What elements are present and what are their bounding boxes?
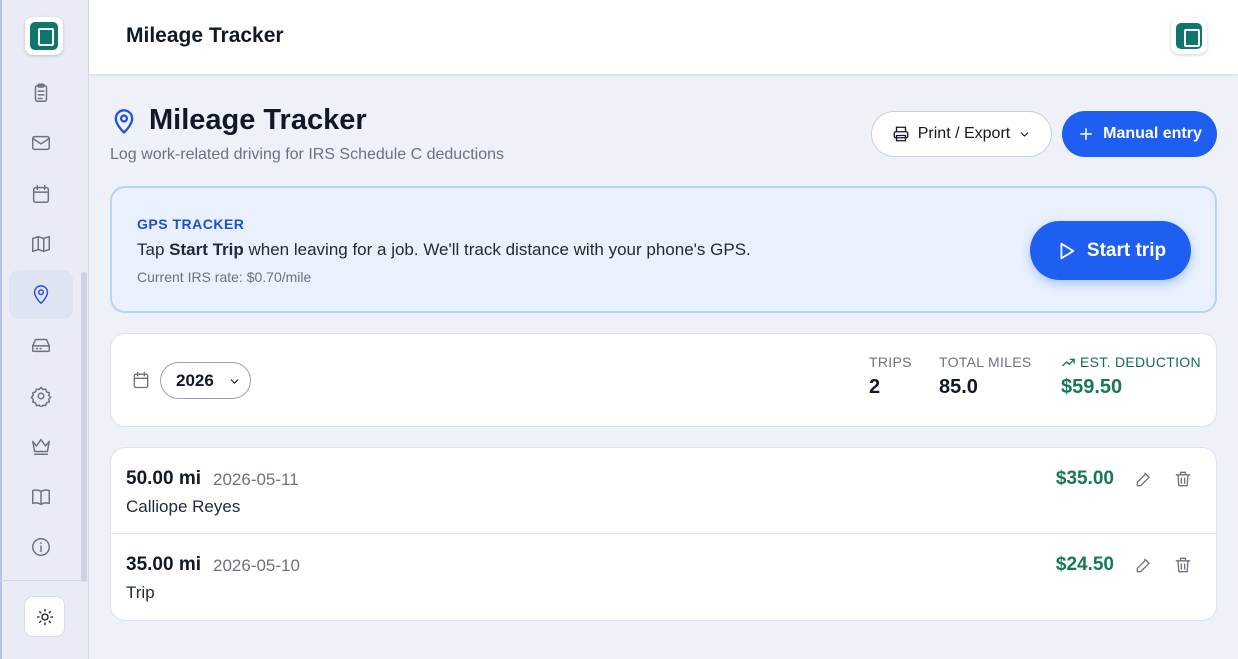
delete-trip-button[interactable] bbox=[1173, 469, 1195, 491]
play-icon bbox=[1060, 242, 1075, 259]
page-subtitle: Log work-related driving for IRS Schedul… bbox=[110, 146, 504, 163]
print-export-button[interactable]: Print / Export bbox=[871, 111, 1052, 157]
sidebar-item-calendar[interactable] bbox=[9, 169, 73, 218]
trip-amount: $24.50 bbox=[1055, 554, 1114, 575]
map-pin-icon bbox=[110, 108, 138, 136]
stat-trips-label: TRIPS bbox=[869, 354, 912, 370]
irs-rate-text: Current IRS rate: $0.70/mile bbox=[137, 269, 312, 285]
crown-icon bbox=[32, 438, 50, 455]
chevron-down-icon bbox=[1020, 131, 1029, 137]
sidebar bbox=[0, 0, 89, 659]
trip-date: 2026-05-10 bbox=[213, 556, 300, 575]
trip-row[interactable]: 35.00 mi 2026-05-10 Trip $24.50 bbox=[111, 534, 1216, 620]
stat-miles-value: 85.0 bbox=[939, 376, 978, 398]
edit-icon bbox=[1136, 472, 1150, 487]
manual-entry-button[interactable]: Manual entry bbox=[1062, 111, 1217, 157]
trip-client: Trip bbox=[126, 583, 155, 602]
top-bar: Mileage Tracker bbox=[89, 0, 1238, 75]
stat-deduction-value: $59.50 bbox=[1061, 376, 1123, 398]
trip-miles: 35.00 mi bbox=[126, 554, 201, 575]
gps-text-prefix: Tap bbox=[137, 240, 170, 259]
inbox-icon bbox=[32, 338, 50, 353]
map-pin-icon bbox=[33, 284, 49, 304]
start-trip-label: Start trip bbox=[1086, 239, 1167, 261]
sidebar-scrollbar[interactable] bbox=[81, 272, 87, 582]
info-icon bbox=[32, 538, 50, 556]
gps-tracker-label: GPS TRACKER bbox=[137, 216, 245, 232]
plus-icon bbox=[1080, 128, 1093, 140]
gps-text-bold: Start Trip bbox=[169, 240, 244, 259]
trending-up-icon bbox=[1061, 355, 1076, 370]
stat-miles-label: TOTAL MILES bbox=[939, 354, 1032, 370]
sidebar-item-settings[interactable] bbox=[9, 371, 73, 420]
stat-trips: TRIPS 2 bbox=[869, 354, 912, 399]
stat-deduction-label: EST. DEDUCTION bbox=[1080, 354, 1201, 370]
gps-text-suffix: when leaving for a job. We'll track dist… bbox=[243, 240, 751, 259]
printer-icon bbox=[893, 126, 909, 142]
trip-miles: 50.00 mi bbox=[126, 468, 201, 489]
clipboard-icon bbox=[34, 83, 48, 102]
theme-toggle-button[interactable] bbox=[24, 596, 65, 637]
map-icon bbox=[32, 235, 50, 253]
clipboard-logo-icon bbox=[1176, 23, 1202, 49]
trip-date: 2026-05-11 bbox=[213, 470, 299, 489]
sidebar-divider bbox=[0, 580, 89, 581]
sidebar-item-guide[interactable] bbox=[9, 472, 73, 521]
mail-icon bbox=[32, 135, 50, 151]
edit-icon bbox=[1136, 558, 1150, 573]
year-select[interactable]: 2026 bbox=[160, 362, 251, 399]
edit-trip-button[interactable] bbox=[1134, 555, 1156, 577]
gear-icon bbox=[30, 386, 52, 407]
sidebar-item-inbox[interactable] bbox=[9, 321, 73, 370]
app-logo[interactable] bbox=[25, 17, 63, 55]
stat-est-deduction: EST. DEDUCTION $59.50 bbox=[1061, 354, 1201, 399]
stat-trips-value: 2 bbox=[869, 376, 881, 398]
sidebar-item-messages[interactable] bbox=[9, 119, 73, 168]
account-avatar[interactable] bbox=[1171, 18, 1207, 54]
trip-row[interactable]: 50.00 mi 2026-05-11 Calliope Reyes $35.0… bbox=[111, 448, 1216, 534]
sidebar-nav bbox=[0, 68, 89, 573]
book-icon bbox=[32, 488, 50, 505]
sidebar-item-premium[interactable] bbox=[9, 422, 73, 471]
sidebar-item-about[interactable] bbox=[9, 523, 73, 572]
trash-icon bbox=[1175, 557, 1191, 573]
stat-deduction-label-row: EST. DEDUCTION bbox=[1061, 354, 1201, 370]
trip-amount: $35.00 bbox=[1055, 468, 1114, 489]
trip-client: Calliope Reyes bbox=[126, 497, 241, 516]
print-export-label: Print / Export bbox=[917, 125, 1011, 142]
stats-card: 2026 TRIPS 2 TOTAL MILES 85.0 EST. DEDUC… bbox=[110, 333, 1217, 427]
calendar-icon bbox=[131, 370, 151, 390]
sidebar-item-map[interactable] bbox=[9, 220, 73, 269]
chevron-down-icon bbox=[230, 379, 239, 384]
delete-trip-button[interactable] bbox=[1173, 555, 1195, 577]
sun-icon bbox=[36, 608, 53, 625]
trash-icon bbox=[1175, 471, 1191, 487]
trips-list: 50.00 mi 2026-05-11 Calliope Reyes $35.0… bbox=[110, 447, 1217, 621]
gps-instructions: Tap Start Trip when leaving for a job. W… bbox=[137, 240, 751, 260]
start-trip-button[interactable]: Start trip bbox=[1030, 221, 1191, 280]
sidebar-item-mileage[interactable] bbox=[9, 270, 73, 319]
top-bar-title: Mileage Tracker bbox=[126, 24, 284, 47]
calendar-icon bbox=[32, 184, 50, 203]
stat-total-miles: TOTAL MILES 85.0 bbox=[939, 354, 1032, 399]
year-select-value: 2026 bbox=[176, 370, 214, 390]
edit-trip-button[interactable] bbox=[1134, 469, 1156, 491]
manual-entry-label: Manual entry bbox=[1103, 125, 1202, 142]
clipboard-logo-icon bbox=[30, 22, 58, 50]
page-title: Mileage Tracker bbox=[149, 104, 367, 136]
sidebar-item-jobs[interactable] bbox=[9, 68, 73, 117]
gps-tracker-card: GPS TRACKER Tap Start Trip when leaving … bbox=[110, 186, 1217, 313]
